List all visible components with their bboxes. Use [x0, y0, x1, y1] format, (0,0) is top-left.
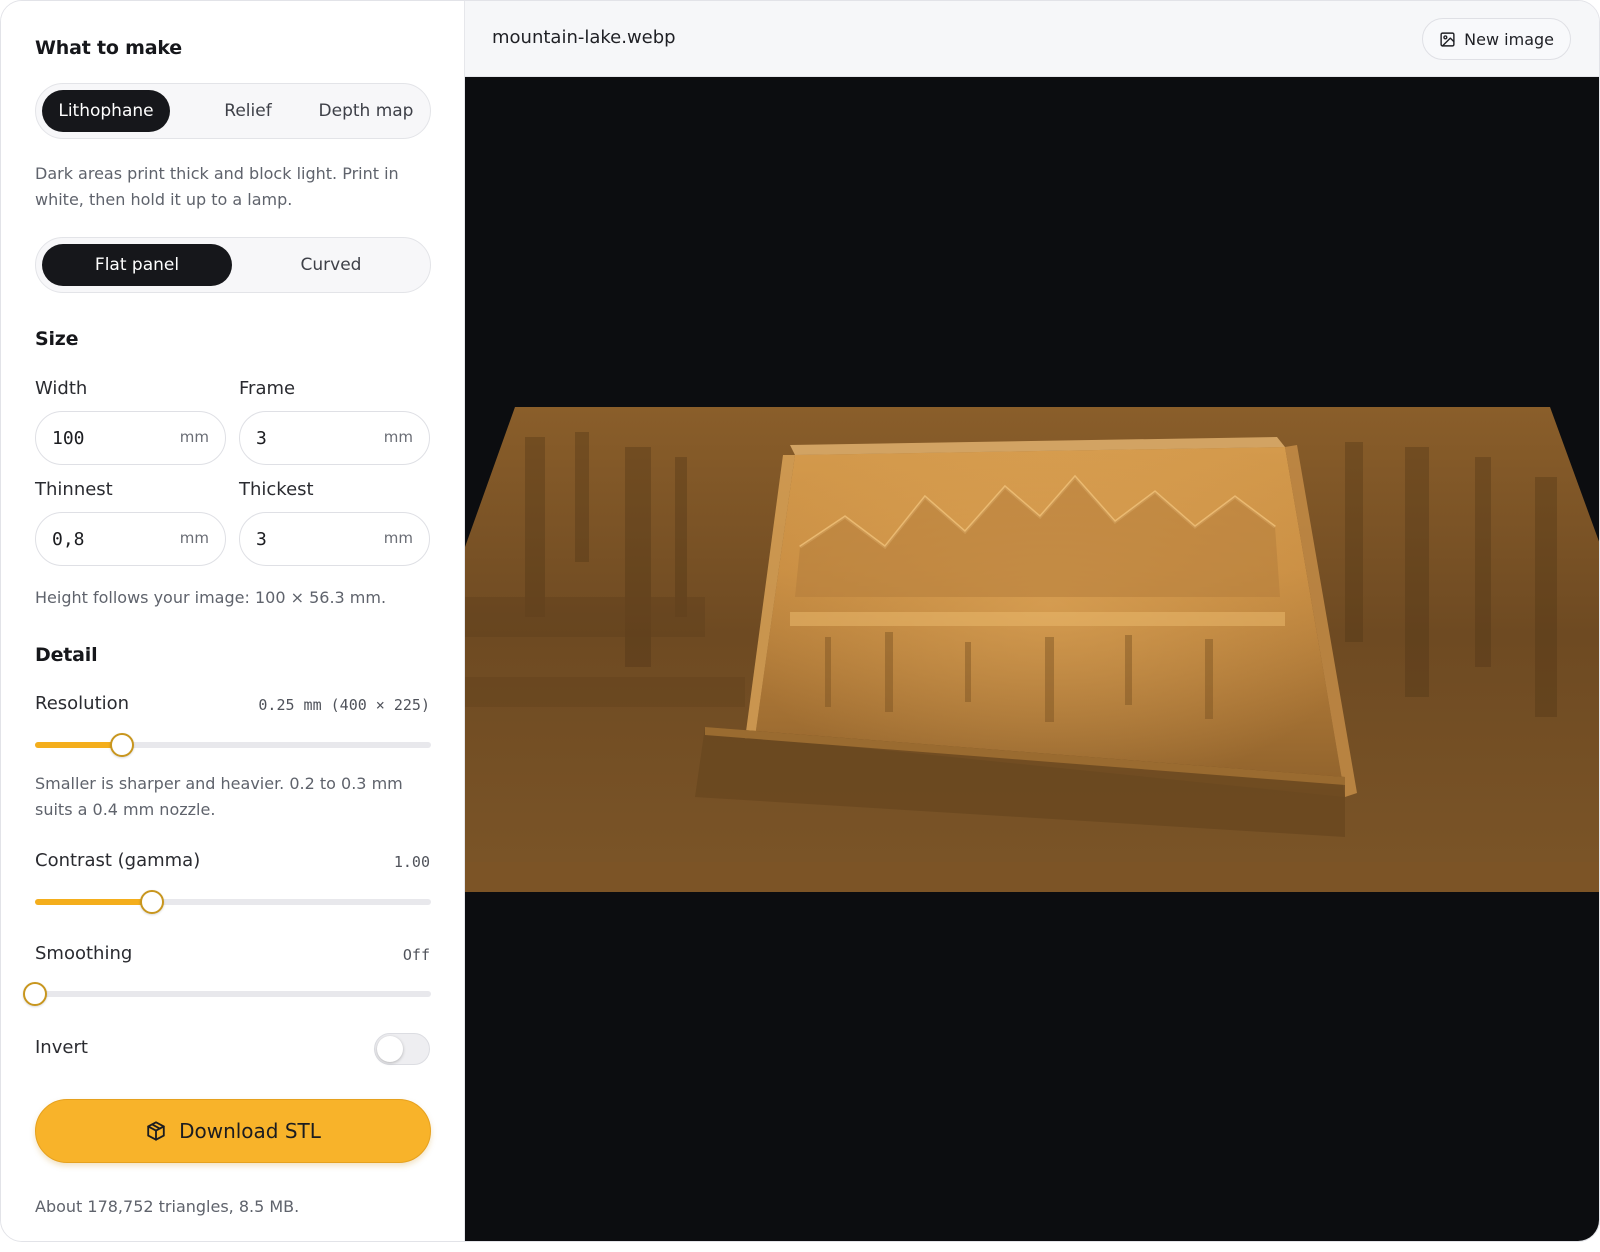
file-name: mountain-lake.webp: [492, 27, 676, 48]
smoothing-label: Smoothing: [35, 943, 133, 964]
smoothing-slider[interactable]: [23, 982, 431, 1006]
mesh-stats: About 178,752 triangles, 8.5 MB.: [35, 1197, 300, 1216]
new-image-label: New image: [1464, 29, 1554, 49]
thinnest-field: mm: [35, 512, 226, 566]
tab-lithophane[interactable]: Lithophane: [42, 90, 170, 132]
frame-field: mm: [239, 411, 430, 465]
resolution-hint: Smaller is sharper and heavier. 0.2 to 0…: [35, 774, 403, 819]
new-image-button[interactable]: New image: [1422, 18, 1571, 60]
tab-relief[interactable]: Relief: [202, 90, 294, 132]
smoothing-value: Off: [402, 946, 430, 964]
slider-fill: [35, 742, 123, 748]
preview-header: mountain-lake.webp New image: [465, 1, 1599, 77]
app-window: What to make Lithophane Relief Depth map…: [0, 0, 1600, 1242]
slider-fill: [35, 899, 152, 905]
slider-thumb[interactable]: [110, 733, 135, 757]
thickest-input[interactable]: [256, 513, 376, 565]
invert-toggle[interactable]: [374, 1033, 430, 1065]
width-field: mm: [35, 411, 226, 465]
width-unit: mm: [179, 428, 209, 446]
contrast-slider[interactable]: [35, 890, 431, 914]
slider-thumb[interactable]: [139, 890, 164, 914]
thinnest-unit: mm: [179, 529, 209, 547]
contrast-label: Contrast (gamma): [35, 850, 201, 871]
frame-label: Frame: [239, 378, 296, 399]
frame-input[interactable]: [256, 412, 376, 464]
mode-segmented-control: Lithophane Relief Depth map: [35, 83, 431, 139]
resolution-slider[interactable]: [35, 733, 431, 757]
mode-description: Dark areas print thick and block light. …: [35, 164, 399, 209]
slider-track: [35, 991, 431, 997]
toggle-knob: [377, 1036, 403, 1062]
thinnest-label: Thinnest: [35, 479, 113, 500]
thickest-label: Thickest: [239, 479, 314, 500]
resolution-label: Resolution: [35, 693, 130, 714]
size-heading: Size: [35, 328, 79, 350]
3d-preview-viewport[interactable]: [465, 77, 1599, 1241]
slider-thumb[interactable]: [23, 982, 47, 1006]
tab-flat-panel[interactable]: Flat panel: [42, 244, 232, 286]
shape-segmented-control: Flat panel Curved: [35, 237, 431, 293]
tab-curved[interactable]: Curved: [236, 244, 426, 286]
size-note: Height follows your image: 100 × 56.3 mm…: [35, 588, 387, 607]
invert-label: Invert: [35, 1037, 88, 1058]
resolution-value: 0.25 mm (400 × 225): [258, 696, 430, 714]
width-label: Width: [35, 378, 88, 399]
width-input[interactable]: [52, 412, 172, 464]
thinnest-input[interactable]: [52, 513, 172, 565]
settings-sidebar: What to make Lithophane Relief Depth map…: [1, 1, 465, 1241]
thickest-field: mm: [239, 512, 430, 566]
slab-front-edge: [465, 862, 1599, 892]
download-stl-label: Download STL: [179, 1119, 321, 1143]
contrast-value: 1.00: [393, 853, 430, 871]
tab-depth-map[interactable]: Depth map: [306, 90, 426, 132]
cube-icon: [145, 1120, 167, 1142]
lithophane-model: [465, 407, 1599, 892]
detail-heading: Detail: [35, 644, 98, 666]
lake-line: [790, 612, 1285, 626]
image-icon: [1439, 31, 1456, 48]
download-stl-button[interactable]: Download STL: [35, 1099, 431, 1163]
frame-unit: mm: [383, 428, 413, 446]
thickest-unit: mm: [383, 529, 413, 547]
what-to-make-heading: What to make: [35, 37, 182, 59]
